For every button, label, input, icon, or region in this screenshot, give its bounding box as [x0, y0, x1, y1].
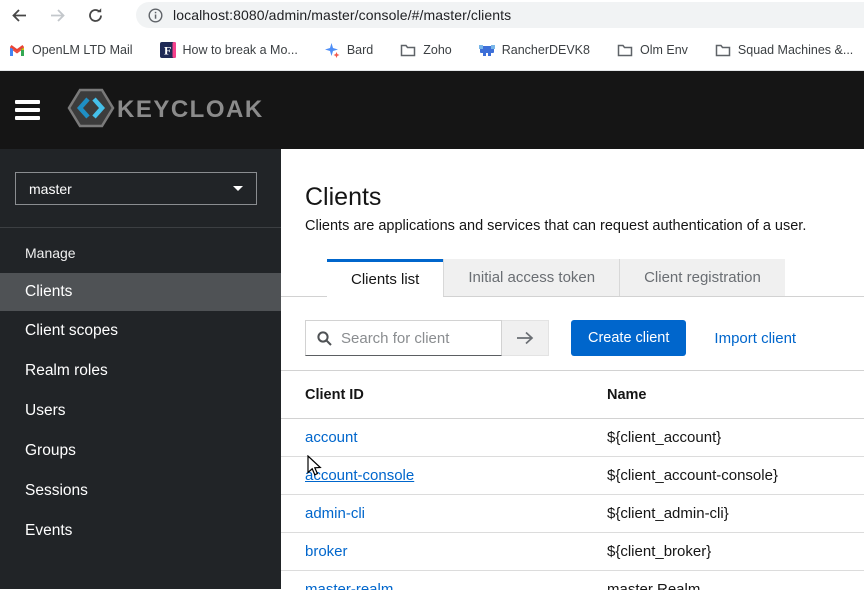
table-row: broker ${client_broker}	[281, 533, 864, 571]
create-client-button[interactable]: Create client	[571, 320, 686, 356]
tab-client-registration[interactable]: Client registration	[619, 259, 785, 296]
tab-initial-access-token[interactable]: Initial access token	[443, 259, 619, 296]
bookmark-label: Olm Env	[640, 43, 688, 57]
client-link-broker[interactable]: broker	[305, 543, 348, 560]
browser-nav-bar: localhost:8080/admin/master/console/#/ma…	[0, 0, 864, 30]
page-title: Clients	[305, 183, 864, 212]
bookmark-openlm-mail[interactable]: OpenLM LTD Mail	[9, 43, 133, 57]
table-row: admin-cli ${client_admin-cli}	[281, 495, 864, 533]
chevron-down-icon	[233, 186, 243, 191]
keycloak-hexagon-icon	[67, 87, 115, 134]
tab-bar: Clients list Initial access token Client…	[281, 259, 864, 297]
refresh-icon[interactable]	[86, 6, 104, 24]
search-input[interactable]	[341, 330, 501, 347]
client-name: master Realm	[583, 571, 864, 590]
client-link-admin-cli[interactable]: admin-cli	[305, 505, 365, 522]
sidebar-item-clients[interactable]: Clients	[0, 273, 281, 311]
realm-selector-value: master	[29, 181, 72, 197]
info-icon[interactable]	[148, 8, 163, 23]
client-name: ${client_admin-cli}	[583, 495, 864, 533]
sidebar-section-manage: Manage	[0, 228, 281, 273]
folder-icon	[715, 44, 731, 57]
main-content: Clients Clients are applications and ser…	[281, 149, 864, 589]
search-control	[305, 320, 549, 356]
bookmark-label: Squad Machines &...	[738, 43, 853, 57]
client-link-master-realm[interactable]: master-realm	[305, 581, 393, 590]
bookmark-olm-env[interactable]: Olm Env	[617, 43, 688, 57]
column-header-client-id: Client ID	[281, 371, 583, 419]
url-text: localhost:8080/admin/master/console/#/ma…	[173, 7, 511, 23]
bookmark-label: Zoho	[423, 43, 452, 57]
client-name: ${client_account}	[583, 419, 864, 457]
bookmark-how-to-break[interactable]: F How to break a Mo...	[160, 42, 298, 58]
client-name: ${client_account-console}	[583, 457, 864, 495]
client-link-account-console[interactable]: account-console	[305, 467, 414, 484]
client-name: ${client_broker}	[583, 533, 864, 571]
bookmark-rancherdevk8[interactable]: RancherDEVK8	[479, 43, 590, 57]
search-submit-button[interactable]	[502, 320, 549, 356]
client-link-account[interactable]: account	[305, 429, 358, 446]
sidebar-item-realm-roles[interactable]: Realm roles	[0, 351, 281, 391]
realm-selector[interactable]: master	[15, 172, 257, 205]
table-header-row: Client ID Name	[281, 371, 864, 419]
bookmark-label: RancherDEVK8	[502, 43, 590, 57]
table-row: account-console ${client_account-console…	[281, 457, 864, 495]
bookmark-zoho[interactable]: Zoho	[400, 43, 452, 57]
svg-text:F: F	[164, 44, 171, 58]
bookmark-label: How to break a Mo...	[183, 43, 298, 57]
bookmark-label: OpenLM LTD Mail	[32, 43, 133, 57]
table-row: master-realm master Realm	[281, 571, 864, 590]
bookmark-bard[interactable]: Bard	[325, 43, 373, 58]
tab-spacer	[281, 259, 327, 296]
folder-icon	[400, 44, 416, 57]
sidebar-item-sessions[interactable]: Sessions	[0, 471, 281, 511]
back-icon[interactable]	[10, 6, 28, 24]
sidebar-item-groups[interactable]: Groups	[0, 431, 281, 471]
clients-toolbar: Create client Import client	[305, 320, 840, 356]
address-bar[interactable]: localhost:8080/admin/master/console/#/ma…	[136, 2, 864, 28]
forward-icon[interactable]	[48, 6, 66, 24]
table-row: account ${client_account}	[281, 419, 864, 457]
keycloak-logo: KEYCLOAK	[67, 87, 264, 134]
sidebar-item-client-scopes[interactable]: Client scopes	[0, 311, 281, 351]
folder-icon	[617, 44, 633, 57]
sparkle-icon	[325, 43, 340, 58]
sidebar-item-events[interactable]: Events	[0, 511, 281, 551]
tab-clients-list[interactable]: Clients list	[327, 259, 443, 297]
hamburger-icon[interactable]	[15, 100, 40, 120]
gmail-icon	[9, 44, 25, 57]
bookmarks-bar: OpenLM LTD Mail F How to break a Mo... B…	[0, 30, 864, 71]
app-header: KEYCLOAK	[0, 71, 864, 149]
search-icon	[317, 331, 332, 346]
clients-table: Client ID Name account ${client_account}…	[281, 371, 864, 590]
brand-text: KEYCLOAK	[117, 96, 264, 124]
sidebar-item-users[interactable]: Users	[0, 391, 281, 431]
import-client-link[interactable]: Import client	[714, 330, 796, 347]
f-badge-icon: F	[160, 42, 176, 58]
bookmark-label: Bard	[347, 43, 373, 57]
rancher-icon	[479, 44, 495, 57]
column-header-name: Name	[583, 371, 864, 419]
bookmark-squad-machines[interactable]: Squad Machines &...	[715, 43, 853, 57]
sidebar: master Manage Clients Client scopes Real…	[0, 149, 281, 589]
search-input-wrapper	[305, 320, 502, 356]
page-description: Clients are applications and services th…	[305, 218, 840, 234]
